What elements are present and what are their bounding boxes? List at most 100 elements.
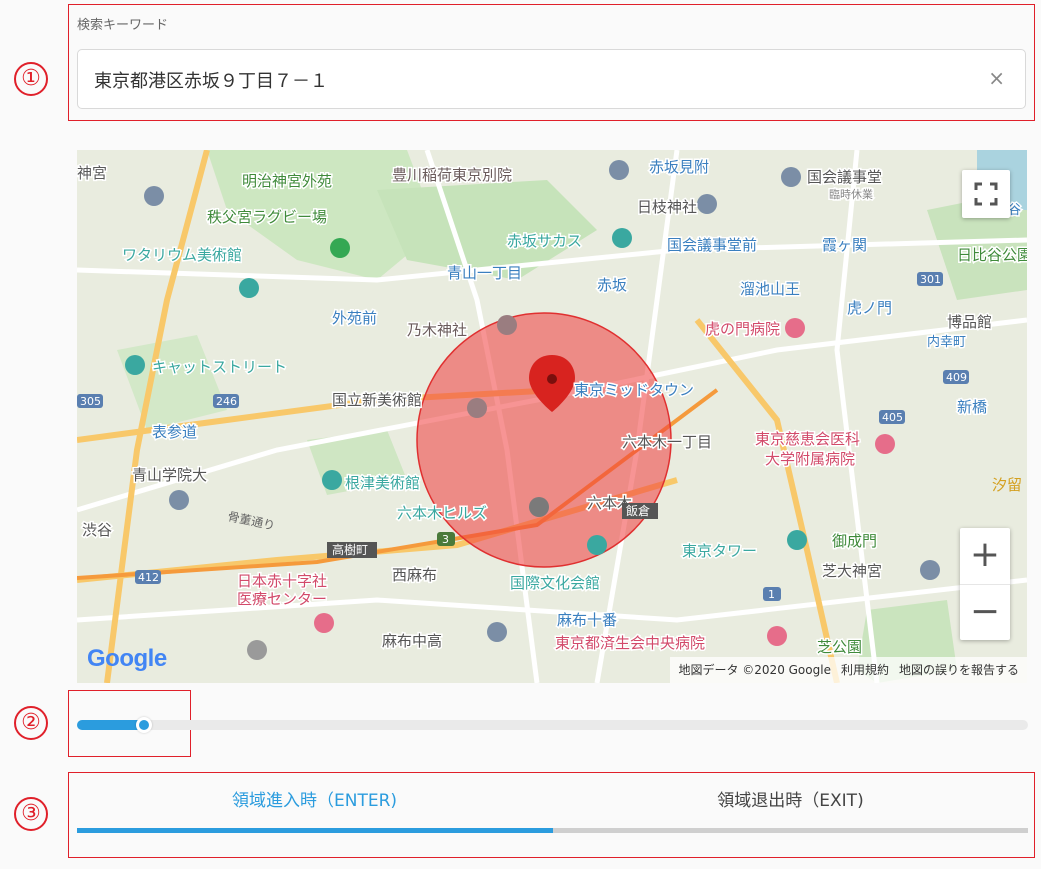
- map-label: 医療センター: [237, 590, 327, 608]
- map-label: 青山一丁目: [447, 264, 522, 282]
- map[interactable]: 神宮 明治神宮外苑 豊川稲荷東京別院 赤坂見附 国会議事堂 臨時休業 秩父宮ラグ…: [77, 150, 1027, 683]
- map-label: 表参道: [152, 423, 197, 441]
- terms-link[interactable]: 利用規約: [841, 657, 889, 683]
- slider-handle[interactable]: [136, 717, 152, 733]
- slider-fill: [77, 720, 144, 730]
- map-canvas: 神宮 明治神宮外苑 豊川稲荷東京別院 赤坂見附 国会議事堂 臨時休業 秩父宮ラグ…: [77, 150, 1027, 683]
- map-label: キャットストリート: [152, 358, 287, 376]
- map-label: 飯倉: [626, 503, 650, 518]
- poi-marker: [239, 278, 259, 298]
- map-label: 麻布十番: [557, 611, 617, 629]
- map-label: 六本木ヒルズ: [397, 504, 487, 522]
- map-label: 赤坂見附: [649, 158, 709, 176]
- poi-marker: [330, 238, 350, 258]
- tab-enter[interactable]: 領域進入時（ENTER): [77, 775, 552, 827]
- map-label: 博品館: [947, 313, 992, 331]
- route-number: 301: [920, 273, 941, 286]
- route-number: 412: [138, 571, 159, 584]
- fullscreen-button[interactable]: [962, 170, 1010, 218]
- map-label: 汐留: [992, 476, 1022, 494]
- map-label: 東京慈恵会医科: [755, 430, 860, 448]
- poi-marker: [697, 194, 717, 214]
- route-number: 246: [216, 395, 237, 408]
- route-number: 305: [80, 395, 101, 408]
- poi-marker: [314, 613, 334, 633]
- map-label: 御成門: [832, 532, 877, 550]
- map-label: 根津美術館: [345, 474, 420, 492]
- search-field[interactable]: ×: [77, 49, 1026, 110]
- map-label: 青山学院大: [132, 466, 207, 484]
- map-label: 虎の門病院: [705, 320, 780, 338]
- map-label: 神宮: [77, 164, 107, 182]
- fullscreen-icon: [974, 182, 998, 206]
- zoom-out-button[interactable]: −: [960, 584, 1010, 641]
- poi-marker: [125, 355, 145, 375]
- poi-marker: [467, 398, 487, 418]
- poi-marker: [144, 186, 164, 206]
- search-input[interactable]: [92, 50, 976, 110]
- marker-pin-dot: [547, 374, 557, 384]
- tab-exit[interactable]: 領域退出時（EXIT): [553, 775, 1028, 827]
- map-label: 渋谷: [82, 521, 112, 539]
- map-label: 乃木神社: [407, 321, 467, 339]
- map-label: 内幸町: [927, 334, 966, 350]
- poi-marker: [787, 530, 807, 550]
- poi-marker: [767, 626, 787, 646]
- map-label: 東京都済生会中央病院: [555, 634, 705, 652]
- map-label: 麻布中高: [382, 632, 442, 650]
- zoom-controls: + −: [960, 528, 1010, 640]
- poi-marker: [781, 167, 801, 187]
- map-label: 外苑前: [332, 309, 377, 327]
- annotation-number-three: ③: [14, 797, 48, 831]
- route-number: 409: [946, 371, 967, 384]
- poi-marker: [529, 497, 549, 517]
- map-label: 芝大神宮: [822, 562, 882, 580]
- map-label: 芝公園: [817, 638, 862, 656]
- map-label: 六本木一丁目: [622, 433, 712, 451]
- poi-marker: [920, 560, 940, 580]
- map-label: 東京タワー: [682, 542, 757, 560]
- poi-marker: [497, 315, 517, 335]
- map-label: 日比谷公園: [957, 246, 1027, 264]
- google-logo: Google: [87, 645, 167, 672]
- poi-marker: [875, 434, 895, 454]
- map-label: 新橋: [957, 398, 987, 416]
- map-label: 赤坂: [597, 276, 627, 294]
- map-label: 溜池山王: [740, 280, 800, 298]
- map-label: 国際文化会館: [510, 574, 600, 592]
- map-label: 秩父宮ラグビー場: [207, 208, 327, 226]
- poi-marker: [322, 470, 342, 490]
- map-label: 赤坂サカス: [507, 232, 582, 250]
- clear-icon[interactable]: ×: [988, 66, 1005, 90]
- poi-marker: [609, 160, 629, 180]
- map-label: 虎ノ門: [847, 299, 892, 317]
- map-label: 国会議事堂前: [667, 236, 757, 254]
- trigger-tabs: 領域進入時（ENTER) 領域退出時（EXIT): [77, 775, 1028, 833]
- map-label: 大学附属病院: [765, 450, 855, 468]
- radius-slider[interactable]: [77, 717, 1028, 733]
- search-label: 検索キーワード: [77, 18, 169, 33]
- map-label: 臨時休業: [829, 188, 873, 201]
- map-attribution: 地図データ ©2020 Google 利用規約 地図の誤りを報告する: [670, 657, 1027, 683]
- map-label: 霞ヶ関: [822, 236, 867, 254]
- route-number: 405: [882, 411, 903, 424]
- poi-marker: [487, 622, 507, 642]
- tab-active-indicator: [77, 828, 553, 833]
- poi-marker: [612, 228, 632, 248]
- map-label: 国立新美術館: [332, 391, 422, 409]
- map-label: 日枝神社: [637, 198, 697, 216]
- poi-marker: [169, 490, 189, 510]
- map-label: 明治神宮外苑: [242, 172, 332, 190]
- map-label: ワタリウム美術館: [122, 246, 242, 264]
- map-label: 豊川稲荷東京別院: [392, 166, 512, 184]
- poi-marker: [785, 318, 805, 338]
- report-error-link[interactable]: 地図の誤りを報告する: [899, 657, 1019, 683]
- map-label: 高樹町: [332, 542, 368, 557]
- map-data-credit: 地図データ ©2020 Google: [678, 663, 831, 677]
- map-label: 東京ミッドタウン: [574, 381, 694, 399]
- map-label: 西麻布: [392, 566, 437, 584]
- map-label: 日本赤十字社: [237, 572, 327, 590]
- annotation-number-two: ②: [14, 706, 48, 740]
- zoom-in-button[interactable]: +: [960, 528, 1010, 584]
- annotation-number-one: ①: [14, 62, 48, 96]
